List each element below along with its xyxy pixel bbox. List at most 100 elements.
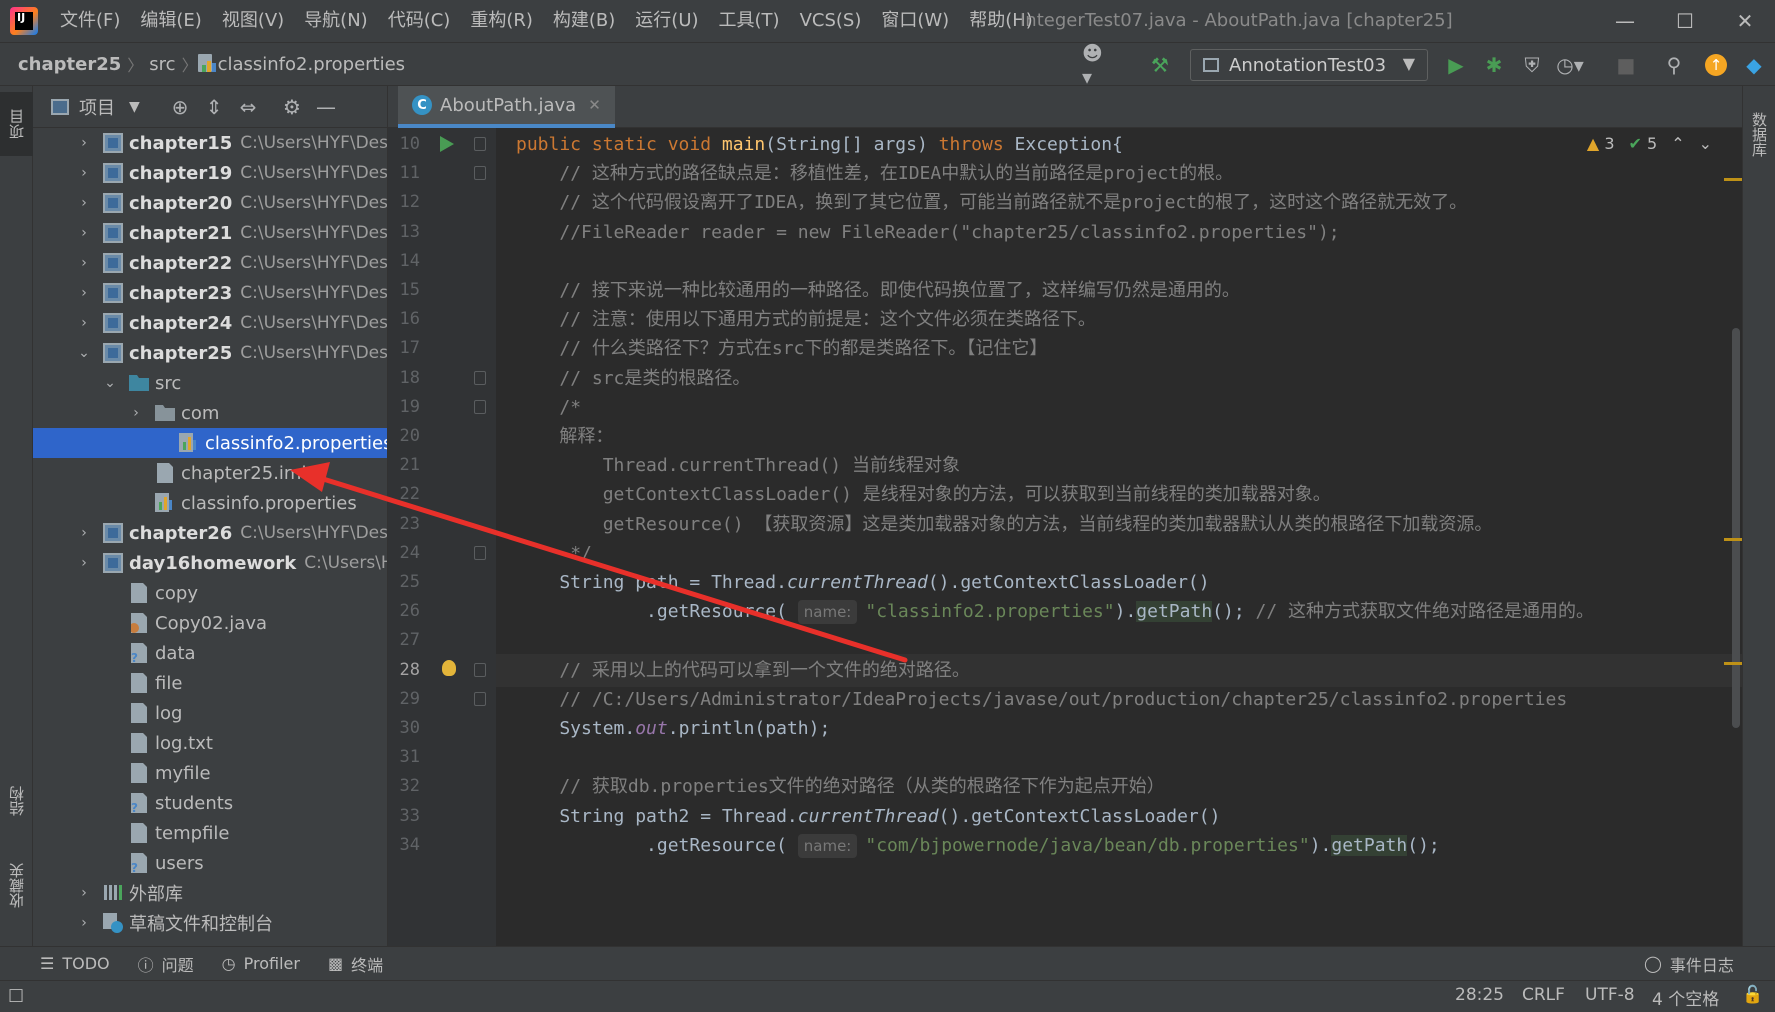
chevron-right-icon[interactable]: › bbox=[77, 885, 91, 901]
profile-icon[interactable]: ◷▾ bbox=[1556, 51, 1584, 79]
scroll-thumb[interactable] bbox=[1732, 328, 1740, 728]
event-log-button[interactable]: ◯ 事件日志 bbox=[1630, 952, 1748, 976]
gutter-line[interactable]: 29 bbox=[388, 683, 496, 716]
gutter-line[interactable]: 17 bbox=[388, 332, 496, 365]
gutter-line[interactable]: 31 bbox=[388, 741, 496, 774]
code-line[interactable]: //FileReader reader = new FileReader("ch… bbox=[496, 216, 1742, 249]
project-tool-tab[interactable]: 项目 bbox=[0, 92, 33, 156]
tree-item[interactable]: › chapter26 C:\Users\HYF\Desktop bbox=[33, 518, 387, 548]
code-line[interactable]: // /C:/Users/Administrator/IdeaProjects/… bbox=[496, 683, 1742, 716]
code-line[interactable]: */ bbox=[496, 537, 1742, 570]
gutter-line[interactable]: 10 bbox=[388, 128, 496, 161]
code-line[interactable]: // 这个代码假设离开了IDEA，换到了其它位置，可能当前路径就不是projec… bbox=[496, 186, 1742, 219]
chevron-right-icon[interactable]: › bbox=[77, 315, 91, 331]
run-icon[interactable]: ▶ bbox=[1442, 51, 1470, 79]
editor-scrollbar[interactable] bbox=[1730, 128, 1742, 946]
chevron-right-icon[interactable]: › bbox=[77, 255, 91, 271]
menu-item-0[interactable]: 文件(F) bbox=[50, 0, 130, 42]
run-configuration-select[interactable]: AnnotationTest03 ▼ bbox=[1190, 49, 1428, 81]
breadcrumb-file[interactable]: classinfo2.properties bbox=[216, 54, 411, 75]
tree-item[interactable]: › chapter23 C:\Users\HYF\Desktop bbox=[33, 278, 387, 308]
locate-target-icon[interactable]: ⊕ bbox=[167, 94, 193, 120]
collapse-all-icon[interactable]: ⇔ bbox=[235, 94, 261, 120]
tree-item[interactable]: › 外部库 bbox=[33, 878, 387, 908]
file-encoding[interactable]: UTF-8 bbox=[1585, 985, 1635, 1005]
tree-item[interactable]: › chapter21 C:\Users\HYF\Desktop bbox=[33, 218, 387, 248]
tree-item[interactable]: myfile bbox=[33, 758, 387, 788]
chevron-down-icon[interactable]: ⌄ bbox=[77, 345, 91, 361]
intellij-logo-icon[interactable]: IJ bbox=[10, 7, 38, 35]
hide-panel-icon[interactable]: — bbox=[313, 94, 339, 120]
tree-item[interactable]: › chapter19 C:\Users\HYF\Desktop bbox=[33, 158, 387, 188]
chevron-down-icon[interactable]: ▼ bbox=[129, 99, 140, 115]
chevron-right-icon[interactable]: › bbox=[129, 405, 143, 421]
tree-item[interactable]: classinfo.properties bbox=[33, 488, 387, 518]
code-line[interactable] bbox=[496, 624, 1742, 657]
code-line[interactable]: System.out.println(path); bbox=[496, 712, 1742, 745]
gutter-line[interactable]: 26 bbox=[388, 595, 496, 628]
close-icon[interactable]: ✕ bbox=[1715, 0, 1775, 42]
gutter-line[interactable]: 20 bbox=[388, 420, 496, 453]
error-stripe-marker[interactable] bbox=[1724, 538, 1742, 541]
code-line[interactable] bbox=[496, 245, 1742, 278]
menu-item-10[interactable]: 窗口(W) bbox=[871, 0, 959, 42]
tree-item[interactable]: › com bbox=[33, 398, 387, 428]
gutter-line[interactable]: 25 bbox=[388, 566, 496, 599]
lock-icon[interactable]: 🔓 bbox=[1742, 985, 1763, 1005]
code-line[interactable]: // src是类的根路径。 bbox=[496, 362, 1742, 395]
minimize-icon[interactable]: — bbox=[1595, 0, 1655, 42]
todo-tool-button[interactable]: ☰ TODO bbox=[0, 954, 124, 973]
menu-item-7[interactable]: 运行(U) bbox=[625, 0, 708, 42]
fold-marker-icon[interactable] bbox=[474, 691, 486, 706]
code-line[interactable]: .getResource( name: "classinfo2.propertie… bbox=[496, 595, 1742, 628]
menu-item-6[interactable]: 构建(B) bbox=[543, 0, 625, 42]
menu-item-2[interactable]: 视图(V) bbox=[212, 0, 294, 42]
tree-item[interactable]: › chapter15 C:\Users\HYF\Desktop bbox=[33, 128, 387, 158]
tree-item[interactable]: ⌄ src bbox=[33, 368, 387, 398]
code-line[interactable]: String path2 = Thread.currentThread().ge… bbox=[496, 800, 1742, 833]
tree-item[interactable]: › chapter24 C:\Users\HYF\Desktop bbox=[33, 308, 387, 338]
tree-item[interactable]: classinfo2.properties bbox=[33, 428, 387, 458]
search-icon[interactable]: ⚲ bbox=[1660, 51, 1688, 79]
gutter-line[interactable]: 11 bbox=[388, 157, 496, 190]
gutter-line[interactable]: 18 bbox=[388, 362, 496, 395]
tree-item[interactable]: students bbox=[33, 788, 387, 818]
editor-tab-aboutpath[interactable]: C AboutPath.java ✕ bbox=[398, 86, 615, 128]
indent-setting[interactable]: 4 个空格 bbox=[1652, 985, 1719, 1010]
chevron-right-icon[interactable]: › bbox=[77, 555, 91, 571]
fold-marker-icon[interactable] bbox=[474, 399, 486, 414]
fold-marker-icon[interactable] bbox=[474, 662, 486, 677]
code-line[interactable]: // 采用以上的代码可以拿到一个文件的绝对路径。 bbox=[496, 653, 1742, 687]
chevron-right-icon[interactable]: › bbox=[77, 285, 91, 301]
tree-item[interactable]: › chapter20 C:\Users\HYF\Desktop bbox=[33, 188, 387, 218]
code-editor[interactable]: public static void main(String[] args) t… bbox=[496, 128, 1742, 946]
chevron-right-icon[interactable]: › bbox=[77, 225, 91, 241]
run-main-icon[interactable] bbox=[440, 136, 454, 152]
project-panel-title[interactable]: 项目 bbox=[79, 94, 115, 120]
gutter-line[interactable]: 15 bbox=[388, 274, 496, 307]
terminal-tool-button[interactable]: ▩ 终端 bbox=[314, 952, 397, 976]
stop-icon[interactable]: ■ bbox=[1612, 51, 1640, 79]
panel-toggle-icon[interactable]: □ bbox=[8, 985, 24, 1005]
next-highlight-icon[interactable]: ⌄ bbox=[1699, 134, 1712, 153]
gutter-line[interactable]: 16 bbox=[388, 303, 496, 336]
breadcrumb-module[interactable]: chapter25 bbox=[0, 54, 127, 75]
fold-marker-icon[interactable] bbox=[474, 370, 486, 385]
menu-item-1[interactable]: 编辑(E) bbox=[130, 0, 211, 42]
tree-item[interactable]: › day16homework C:\Users\HYF\D bbox=[33, 548, 387, 578]
user-icon[interactable]: ☻▾ bbox=[1082, 41, 1110, 89]
tree-item[interactable]: file bbox=[33, 668, 387, 698]
error-stripe-marker[interactable] bbox=[1724, 662, 1742, 665]
chevron-right-icon[interactable]: › bbox=[77, 165, 91, 181]
fold-marker-icon[interactable] bbox=[474, 166, 486, 181]
code-line[interactable]: String path = Thread.currentThread().get… bbox=[496, 566, 1742, 599]
chevron-right-icon[interactable]: › bbox=[77, 915, 91, 931]
chevron-down-icon[interactable]: ⌄ bbox=[103, 375, 117, 391]
caret-position[interactable]: 28:25 bbox=[1455, 985, 1504, 1005]
gutter-line[interactable]: 12 bbox=[388, 186, 496, 219]
gear-icon[interactable]: ⚙ bbox=[279, 94, 305, 120]
fold-marker-icon[interactable] bbox=[474, 137, 486, 151]
debug-bug-icon[interactable]: ✱ bbox=[1480, 51, 1508, 79]
code-line[interactable]: Thread.currentThread() 当前线程对象 bbox=[496, 449, 1742, 482]
breadcrumb-src[interactable]: src bbox=[143, 54, 181, 75]
